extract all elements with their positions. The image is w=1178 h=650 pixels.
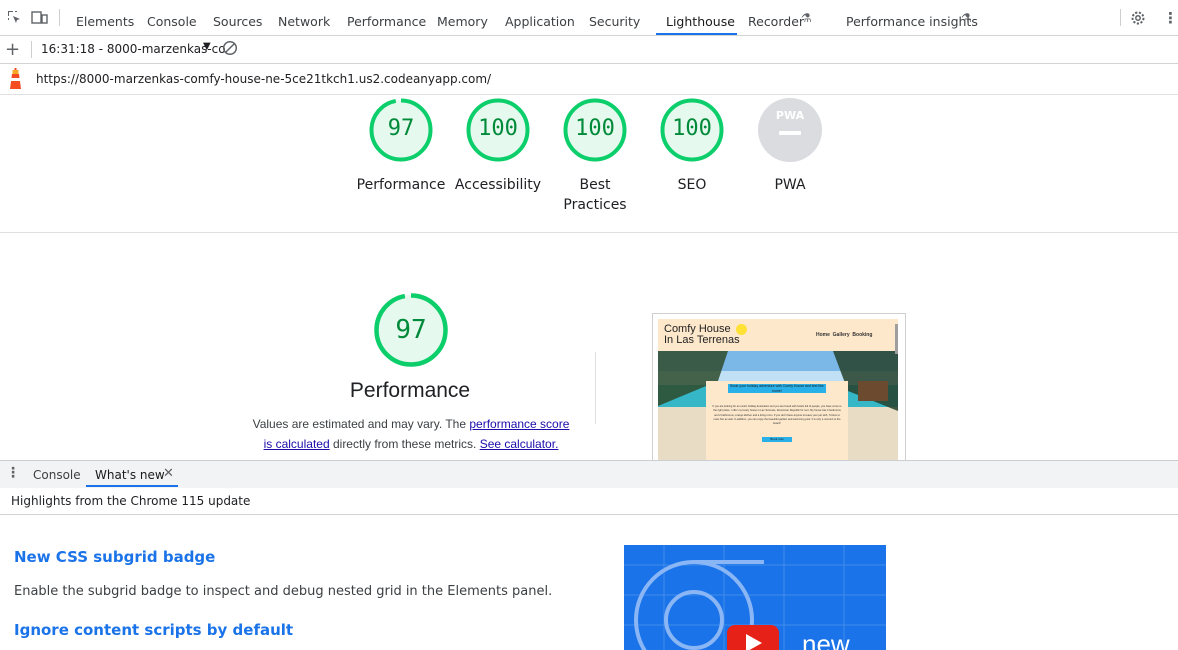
highlights-text: Highlights from the Chrome 115 update <box>11 494 251 508</box>
toolbar-divider <box>31 41 32 58</box>
youtube-play-icon[interactable] <box>727 625 779 650</box>
score-gauge-performance[interactable]: 97 Performance <box>351 98 451 213</box>
new-report-plus-icon[interactable]: + <box>5 39 20 60</box>
preview-nav: Home Gallery Booking <box>816 332 873 338</box>
pwa-badge-text: PWA <box>775 109 805 122</box>
preview-card: Book your holiday adventure with Comfy H… <box>706 381 848 460</box>
description-text: directly from these metrics. <box>329 437 480 451</box>
score-label: SEO <box>677 177 707 193</box>
preview-site-title: Comfy House In Las Terrenas <box>664 324 740 346</box>
whats-new-video-thumbnail[interactable]: new <box>624 545 886 650</box>
lighthouse-toolbar: + 16:31:18 - 8000-marzenkas-co ▼ <box>0 36 1178 64</box>
scores-header: 97 Performance 100 Accessibility 100 Bes… <box>0 95 1178 232</box>
whats-new-content: New CSS subgrid badge Enable the subgrid… <box>0 515 1178 650</box>
score-value: 100 <box>575 116 615 141</box>
score-gauge-best-practices[interactable]: 100 Best Practices <box>545 98 645 213</box>
sun-circle <box>736 324 747 335</box>
score-gauge-pwa[interactable]: PWA PWA <box>740 98 840 213</box>
clear-reports-icon[interactable] <box>222 40 238 60</box>
whats-new-text-1: Enable the subgrid badge to inspect and … <box>14 584 553 599</box>
settings-gear-icon[interactable] <box>1130 10 1146 30</box>
tab-lighthouse[interactable]: Lighthouse <box>666 0 735 35</box>
score-label: PWA <box>774 177 806 193</box>
close-tab-icon[interactable]: ✕ <box>163 466 174 481</box>
lighthouse-logo-icon <box>7 68 24 94</box>
toolbar-divider <box>1120 9 1121 26</box>
drawer-active-tab-indicator <box>86 485 178 487</box>
tab-security[interactable]: Security <box>589 0 640 35</box>
more-options-icon[interactable]: ⋮ <box>1163 9 1178 27</box>
score-value: 97 <box>387 116 415 141</box>
active-tab-indicator <box>656 33 737 35</box>
score-label: Performance <box>356 177 446 193</box>
tab-elements[interactable]: Elements <box>76 0 134 35</box>
score-label: Accessibility <box>454 177 542 193</box>
experiment-flask-icon: ⚗ <box>961 11 972 25</box>
inspect-element-icon[interactable] <box>6 9 22 25</box>
devtools-tab-bar: Elements Console Sources Network Perform… <box>0 0 1178 36</box>
report-select[interactable]: 16:31:18 - 8000-marzenkas-co <box>41 42 226 56</box>
tab-performance[interactable]: Performance <box>347 0 426 35</box>
tab-sources[interactable]: Sources <box>213 0 262 35</box>
see-calculator-link[interactable]: See calculator. <box>480 437 559 451</box>
drawer-tab-console[interactable]: Console <box>33 468 81 482</box>
drawer-tab-bar: ⋮ Console What's new ✕ <box>0 460 1178 489</box>
column-divider <box>595 352 596 424</box>
preview-page: Comfy House In Las Terrenas Home Gallery… <box>658 319 898 460</box>
description-text: Values are estimated and may vary. The <box>252 417 470 431</box>
preview-scrollbar <box>895 324 898 354</box>
performance-score-value: 97 <box>395 315 427 345</box>
tab-performance-insights[interactable]: Performance insights <box>846 0 978 35</box>
preview-card-text: If you are looking for an exotic holiday… <box>712 405 842 426</box>
whats-new-heading-1[interactable]: New CSS subgrid badge <box>14 548 215 566</box>
score-gauge-seo[interactable]: 100 SEO <box>642 98 742 213</box>
preview-card-heading: Book your holiday adventure with Comfy H… <box>728 384 826 393</box>
tab-memory[interactable]: Memory <box>437 0 488 35</box>
score-label: Best Practices <box>563 177 627 213</box>
audited-url[interactable]: https://8000-marzenkas-comfy-house-ne-5c… <box>36 72 491 86</box>
performance-category: 97 Performance Values are estimated and … <box>240 293 580 458</box>
tab-console[interactable]: Console <box>147 0 197 35</box>
drawer-tab-whats-new[interactable]: What's new <box>95 468 165 482</box>
final-screenshot-thumbnail[interactable]: Comfy House In Las Terrenas Home Gallery… <box>652 313 906 461</box>
pwa-badge-icon <box>758 98 822 162</box>
preview-site-title-line2: In Las Terrenas <box>664 334 740 346</box>
toolbar-divider <box>59 9 60 26</box>
performance-title: Performance <box>349 379 471 402</box>
score-gauge-accessibility[interactable]: 100 Accessibility <box>448 98 548 213</box>
tab-network[interactable]: Network <box>278 0 330 35</box>
highlights-bar: Highlights from the Chrome 115 update <box>0 488 1178 515</box>
tab-recorder[interactable]: Recorder <box>748 0 804 35</box>
score-value: 100 <box>478 116 518 141</box>
dropdown-arrow-icon[interactable]: ▼ <box>203 41 211 52</box>
preview-card-button: Book now <box>762 437 792 442</box>
score-value: 100 <box>672 116 712 141</box>
performance-description: Values are estimated and may vary. The p… <box>248 414 574 454</box>
whats-new-heading-2[interactable]: Ignore content scripts by default <box>14 621 293 639</box>
drawer-menu-icon[interactable]: ⋮ <box>6 465 20 481</box>
video-overlay-text: new <box>802 629 850 650</box>
device-toolbar-icon[interactable] <box>31 9 49 25</box>
section-divider <box>0 232 1178 233</box>
experiment-flask-icon: ⚗ <box>801 11 812 25</box>
tab-application[interactable]: Application <box>505 0 575 35</box>
report-url-bar: https://8000-marzenkas-comfy-house-ne-5c… <box>0 64 1178 95</box>
